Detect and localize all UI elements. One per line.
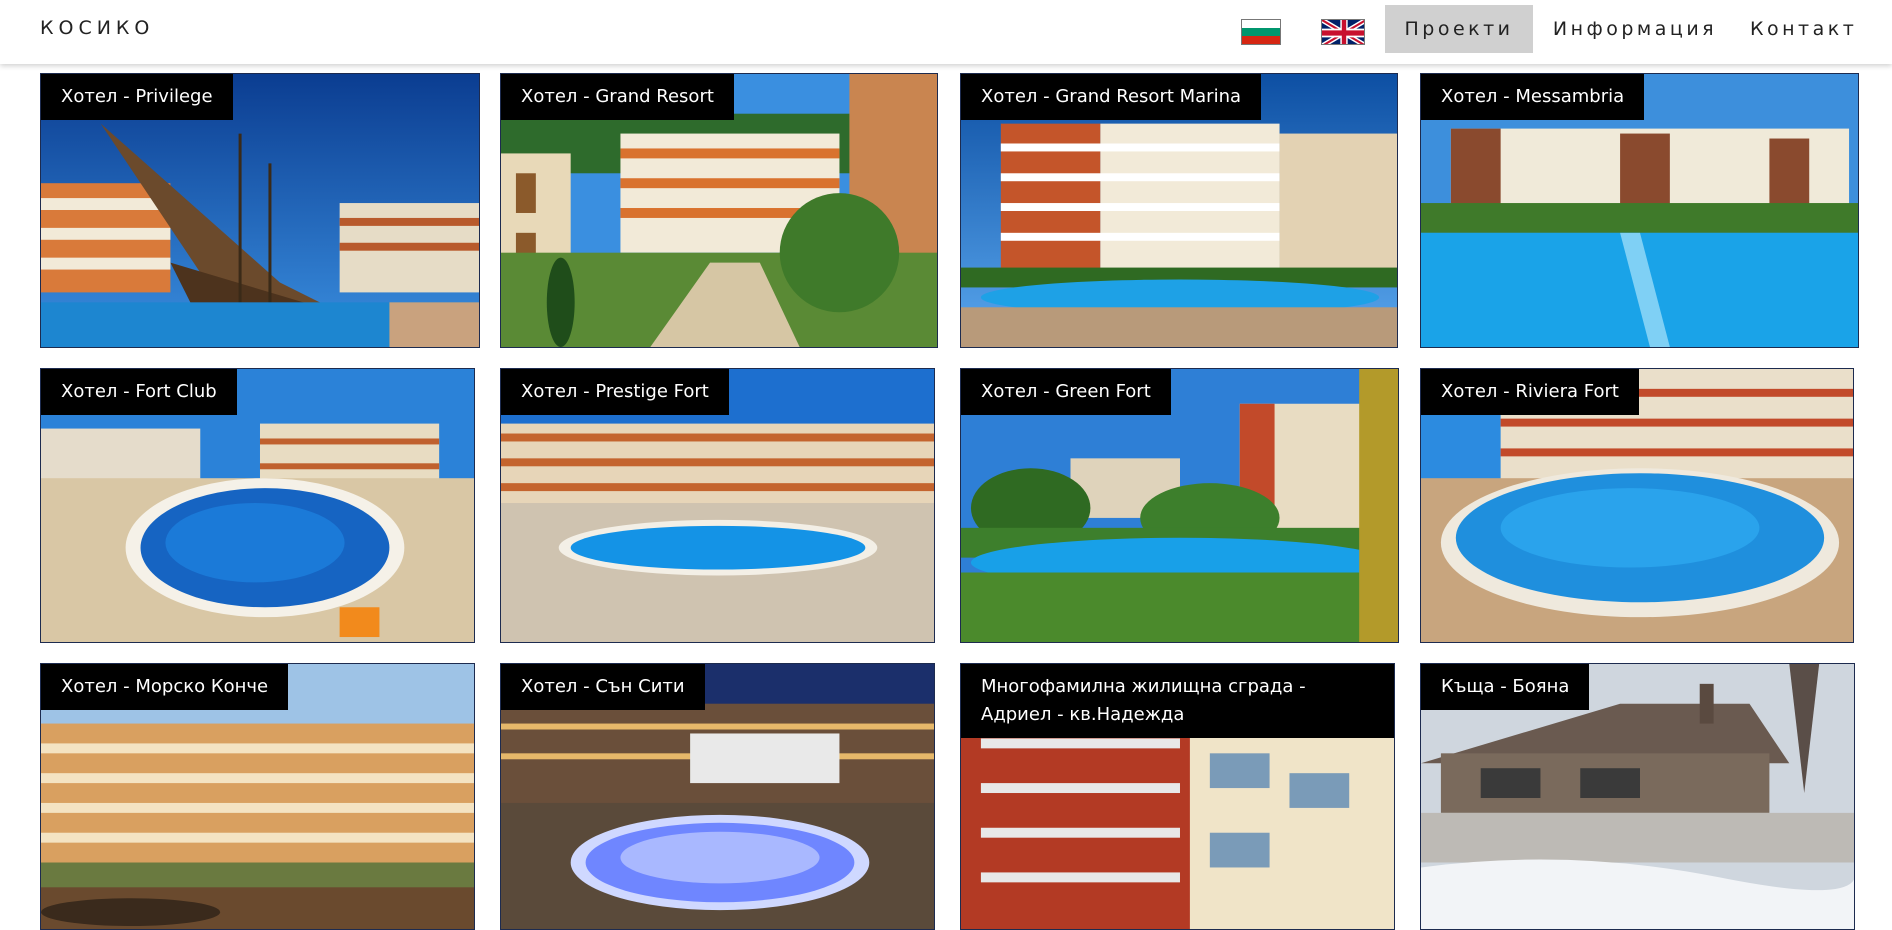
- project-card[interactable]: Хотел - Fort Club: [40, 368, 475, 643]
- project-card[interactable]: Хотел - Grand Resort: [500, 73, 938, 348]
- project-title: Къща - Бояна: [1421, 664, 1590, 710]
- nav-projects[interactable]: Проекти: [1385, 5, 1533, 53]
- nav-information[interactable]: Информация: [1550, 5, 1720, 53]
- project-title: Хотел - Green Fort: [961, 369, 1171, 415]
- project-card[interactable]: Многофамилна жилищна сграда - Адриел - к…: [960, 663, 1395, 930]
- project-card[interactable]: Хотел - Messambria: [1420, 73, 1859, 348]
- project-title: Хотел - Prestige Fort: [501, 369, 729, 415]
- project-card[interactable]: Хотел - Морско Конче: [40, 663, 475, 930]
- project-title: Многофамилна жилищна сграда - Адриел - к…: [961, 664, 1394, 738]
- project-card[interactable]: Хотел - Green Fort: [960, 368, 1399, 643]
- nav-contact[interactable]: Контакт: [1750, 5, 1892, 53]
- bulgarian-flag-icon[interactable]: [1241, 19, 1281, 45]
- site-logo[interactable]: КОСИКО: [40, 17, 154, 39]
- project-card[interactable]: Къща - Бояна: [1420, 663, 1855, 930]
- project-title: Хотел - Grand Resort: [501, 74, 734, 120]
- project-title: Хотел - Privilege: [41, 74, 233, 120]
- project-card[interactable]: Хотел - Privilege: [40, 73, 480, 348]
- project-card[interactable]: Хотел - Riviera Fort: [1420, 368, 1854, 643]
- project-title: Хотел - Messambria: [1421, 74, 1645, 120]
- project-card[interactable]: Хотел - Grand Resort Marina: [960, 73, 1398, 348]
- project-card[interactable]: Хотел - Сън Сити: [500, 663, 935, 930]
- project-title: Хотел - Морско Конче: [41, 664, 289, 710]
- uk-flag-icon[interactable]: [1321, 19, 1365, 45]
- top-navigation-bar: КОСИКО Проекти Информация Контакт: [0, 0, 1892, 64]
- project-card[interactable]: Хотел - Prestige Fort: [500, 368, 935, 643]
- project-title: Хотел - Riviera Fort: [1421, 369, 1639, 415]
- project-title: Хотел - Сън Сити: [501, 664, 705, 710]
- project-title: Хотел - Fort Club: [41, 369, 237, 415]
- project-title: Хотел - Grand Resort Marina: [961, 74, 1262, 120]
